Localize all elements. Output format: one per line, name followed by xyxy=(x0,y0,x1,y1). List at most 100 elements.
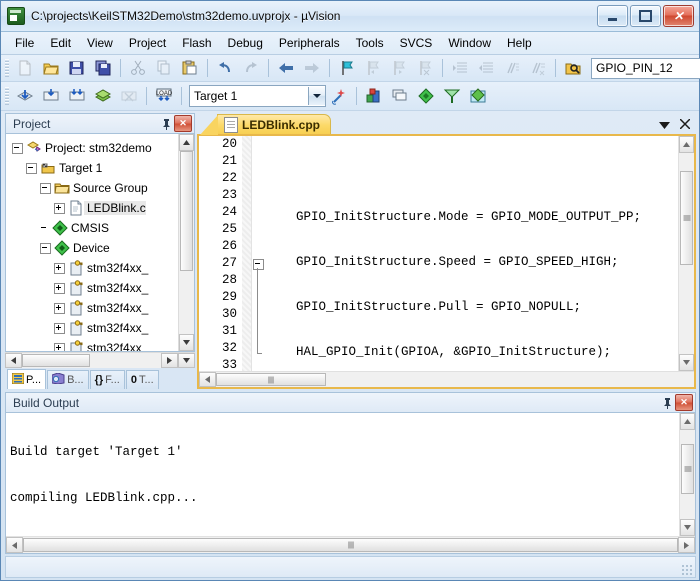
menu-debug[interactable]: Debug xyxy=(220,33,271,53)
batch-build-icon[interactable] xyxy=(91,84,115,108)
find-combo-value[interactable]: GPIO_PIN_12 xyxy=(592,60,700,77)
menu-view[interactable]: View xyxy=(79,33,121,53)
scrollbar-thumb[interactable] xyxy=(681,444,694,494)
save-all-icon[interactable] xyxy=(91,56,115,80)
menu-peripherals[interactable]: Peripherals xyxy=(271,33,348,53)
find-in-files-icon[interactable] xyxy=(561,56,585,80)
configure-pack-icon[interactable] xyxy=(414,84,438,108)
editor-tab-ledblink-cpp[interactable]: LEDBlink.cpp xyxy=(199,114,332,135)
close-icon[interactable] xyxy=(679,118,691,132)
expander-plus-icon[interactable] xyxy=(54,302,65,314)
tree-item-cmsis[interactable]: CMSIS xyxy=(6,218,178,238)
expander-plus-icon[interactable] xyxy=(54,202,65,214)
scrollbar-thumb[interactable] xyxy=(680,171,693,265)
menu-flash[interactable]: Flash xyxy=(174,33,219,53)
save-icon[interactable] xyxy=(65,56,89,80)
scroll-up-icon[interactable] xyxy=(679,136,694,153)
code-vertical-scrollbar[interactable] xyxy=(678,136,694,371)
target-combo-value[interactable]: Target 1 xyxy=(190,87,308,105)
open-file-icon[interactable] xyxy=(39,56,63,80)
pack-installer-icon[interactable] xyxy=(440,84,464,108)
build-output-text[interactable]: Build target 'Target 1' compiling LEDBli… xyxy=(6,413,679,536)
maximize-button[interactable] xyxy=(630,5,661,27)
find-combo[interactable]: GPIO_PIN_12 xyxy=(591,57,700,79)
scrollbar-thumb[interactable] xyxy=(23,538,678,552)
download-to-flash-icon[interactable]: LOAD xyxy=(152,84,176,108)
resize-grip-icon[interactable] xyxy=(681,564,693,576)
tab-functions[interactable]: {} F... xyxy=(89,370,125,389)
menu-tools[interactable]: Tools xyxy=(348,33,392,53)
chevron-down-icon[interactable] xyxy=(308,87,325,105)
new-file-icon[interactable] xyxy=(13,56,37,80)
menu-help[interactable]: Help xyxy=(499,33,540,53)
tab-books[interactable]: B... xyxy=(47,370,89,389)
fold-minus-icon[interactable] xyxy=(253,259,264,270)
build-target-icon[interactable] xyxy=(39,84,63,108)
bookmark-prev-icon[interactable] xyxy=(361,56,385,80)
cut-icon[interactable] xyxy=(126,56,150,80)
build-output-vertical-scrollbar[interactable] xyxy=(679,413,695,536)
tree-scroll-down-icon[interactable] xyxy=(178,353,195,368)
navigate-back-icon[interactable] xyxy=(274,56,298,80)
expander-minus-icon[interactable] xyxy=(12,142,23,154)
chevron-down-icon[interactable] xyxy=(659,118,670,132)
uncomment-lines-icon[interactable] xyxy=(526,56,550,80)
manage-project-items-icon[interactable] xyxy=(388,84,412,108)
indent-left-icon[interactable] xyxy=(474,56,498,80)
breakpoint-gutter[interactable] xyxy=(242,136,252,371)
toolbar-grip[interactable] xyxy=(5,59,9,77)
stop-build-icon[interactable] xyxy=(117,84,141,108)
bookmark-next-icon[interactable] xyxy=(387,56,411,80)
expander-plus-icon[interactable] xyxy=(54,282,65,294)
expander-minus-icon[interactable] xyxy=(40,242,51,254)
copy-icon[interactable] xyxy=(152,56,176,80)
menu-svcs[interactable]: SVCS xyxy=(392,33,441,53)
indent-right-icon[interactable] xyxy=(448,56,472,80)
pin-icon[interactable] xyxy=(158,116,174,131)
code-surface[interactable]: 20 21 22 23 24 25 26 27 28 29 30 31 32 3… xyxy=(199,136,678,371)
code-horizontal-scrollbar[interactable] xyxy=(199,371,694,387)
expander-plus-icon[interactable] xyxy=(54,262,65,274)
close-icon[interactable]: ✕ xyxy=(675,394,693,411)
scroll-left-icon[interactable] xyxy=(5,353,22,368)
scroll-up-icon[interactable] xyxy=(179,134,194,151)
scroll-left-icon[interactable] xyxy=(6,537,23,553)
tab-project[interactable]: P... xyxy=(7,369,47,389)
project-tree-vertical-scrollbar[interactable] xyxy=(178,134,194,351)
comment-lines-icon[interactable] xyxy=(500,56,524,80)
code-text[interactable]: GPIO_InitStructure.Mode = GPIO_MODE_OUTP… xyxy=(266,136,678,371)
navigate-forward-icon[interactable] xyxy=(300,56,324,80)
manage-run-time-environment-icon[interactable] xyxy=(362,84,386,108)
tree-item-target[interactable]: Target 1 xyxy=(6,158,178,178)
scroll-up-icon[interactable] xyxy=(680,413,695,430)
minimize-button[interactable] xyxy=(597,5,628,27)
target-combo[interactable]: Target 1 xyxy=(189,85,326,107)
translate-file-icon[interactable] xyxy=(13,84,37,108)
scroll-left-icon[interactable] xyxy=(199,372,216,387)
tree-item-device-file[interactable]: stm32f4xx_ xyxy=(6,278,178,298)
scroll-down-icon[interactable] xyxy=(179,334,194,351)
close-button[interactable]: ✕ xyxy=(663,5,694,27)
bookmark-clear-icon[interactable] xyxy=(413,56,437,80)
scroll-right-icon[interactable] xyxy=(161,353,178,368)
expander-plus-icon[interactable] xyxy=(54,342,65,351)
bookmark-toggle-icon[interactable] xyxy=(335,56,359,80)
rebuild-all-icon[interactable] xyxy=(65,84,89,108)
scrollbar-thumb[interactable] xyxy=(22,354,90,367)
scrollbar-thumb[interactable] xyxy=(180,151,193,271)
undo-icon[interactable] xyxy=(213,56,237,80)
menu-file[interactable]: File xyxy=(7,33,42,53)
build-output-horizontal-scrollbar[interactable] xyxy=(6,536,695,553)
tree-item-device-file[interactable]: stm32f4xx_ xyxy=(6,338,178,351)
expander-minus-icon[interactable] xyxy=(40,182,51,194)
project-tree-horizontal-scrollbar[interactable] xyxy=(5,352,195,368)
tree-item-device-file[interactable]: stm32f4xx_ xyxy=(6,318,178,338)
close-icon[interactable]: ✕ xyxy=(174,115,192,132)
tab-templates[interactable]: 0 T... xyxy=(125,370,159,389)
project-tree[interactable]: Project: stm32demo Target 1 Source Group… xyxy=(6,134,178,351)
toolbar-grip[interactable] xyxy=(5,87,9,105)
tree-item-device[interactable]: Device xyxy=(6,238,178,258)
menu-window[interactable]: Window xyxy=(440,33,499,53)
redo-icon[interactable] xyxy=(239,56,263,80)
tree-item-ledblink-c[interactable]: LEDBlink.c xyxy=(6,198,178,218)
